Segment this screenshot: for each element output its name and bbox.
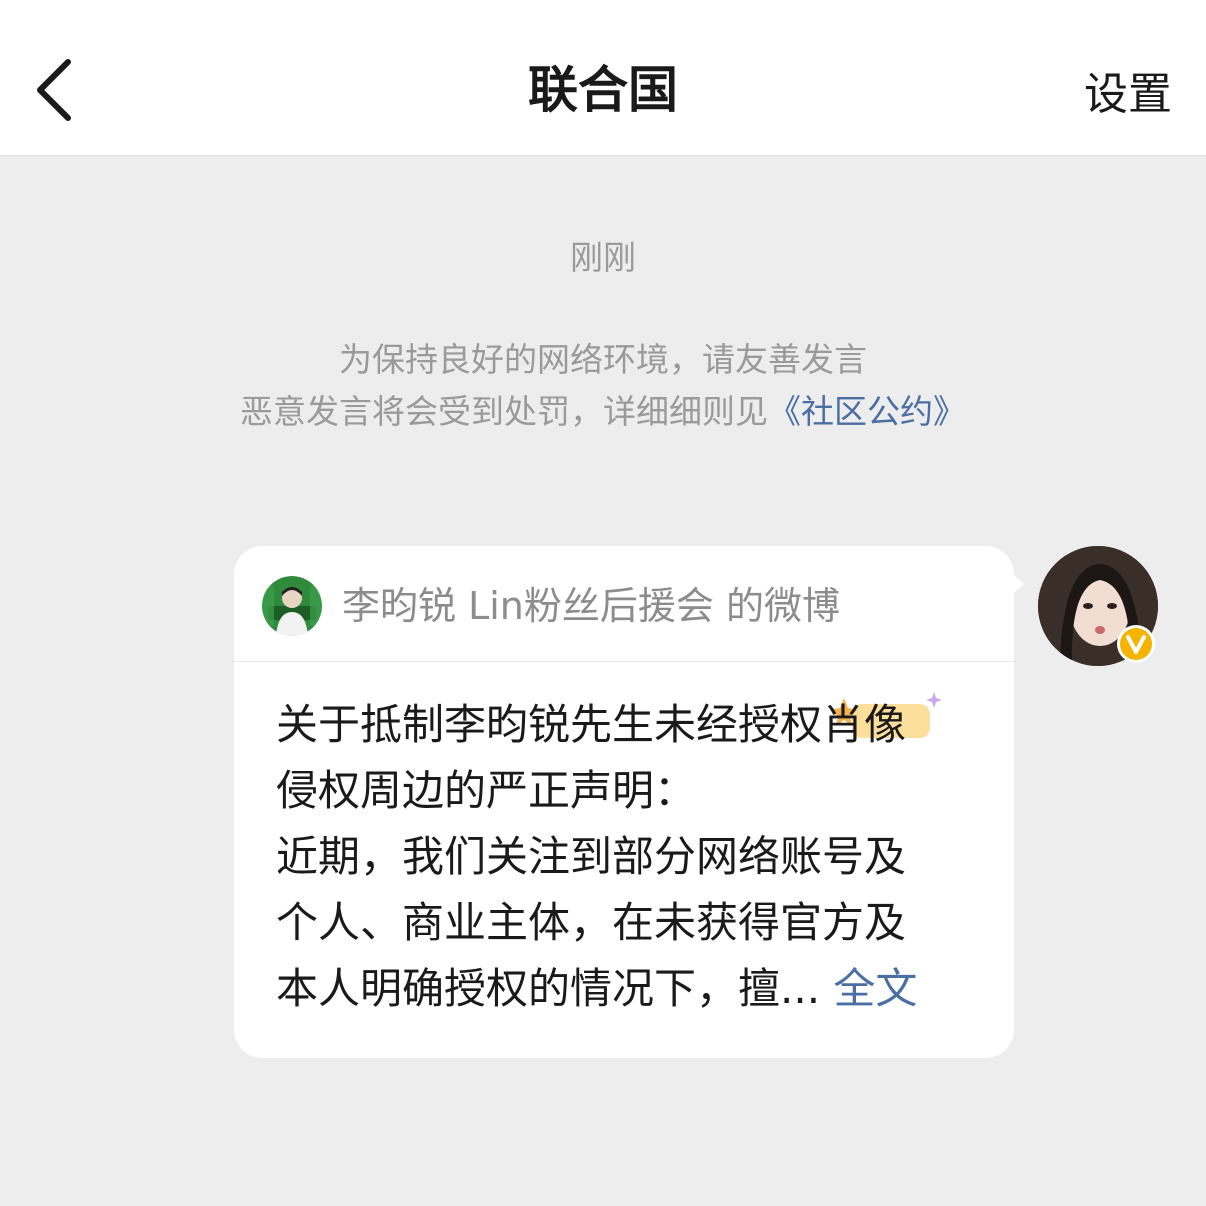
community-rules-link[interactable]: 《社区公约》 [768, 392, 966, 431]
page-title: 联合国 [528, 61, 678, 119]
settings-button[interactable]: 设置 [1084, 64, 1172, 126]
card-content-line: 本人明确授权的情况下，擅... [276, 964, 821, 1013]
message-timestamp: 刚刚 [570, 238, 636, 277]
card-source-label: 李昀锐 Lin粉丝后援会 的微博 [342, 584, 840, 628]
notice-line-2-text: 恶意发言将会受到处罚，详细细则见 [240, 392, 768, 431]
card-content-last-line: 本人明确授权的情况下，擅... 全文 [276, 956, 976, 1022]
verified-badge-icon [1116, 624, 1156, 664]
card-content: 关于抵制李昀锐先生未经授权肖像 侵权周边的严正声明： 近期，我们关注到部分网络账… [276, 692, 976, 1022]
card-content-line: 个人、商业主体，在未获得官方及 [276, 898, 907, 947]
bubble-tail [1008, 570, 1024, 598]
nav-bar: 联合国 设置 [0, 0, 1206, 156]
card-header: 李昀锐 Lin粉丝后援会 的微博 [234, 546, 1014, 662]
notice-line-1: 为保持良好的网络环境，请友善发言 [339, 340, 867, 379]
source-avatar [262, 576, 322, 636]
card-content-line: 关于抵制李昀锐先生未经授权肖像 [276, 700, 907, 749]
notice-line-2: 恶意发言将会受到处罚，详细细则见《社区公约》 [0, 386, 1206, 438]
card-content-line: 近期，我们关注到部分网络账号及 [276, 832, 907, 881]
system-notice: 为保持良好的网络环境，请友善发言 恶意发言将会受到处罚，详细细则见《社区公约》 [0, 334, 1206, 438]
read-more-link[interactable]: 全文 [833, 964, 917, 1013]
card-content-line: 侵权周边的严正声明： [276, 766, 697, 815]
